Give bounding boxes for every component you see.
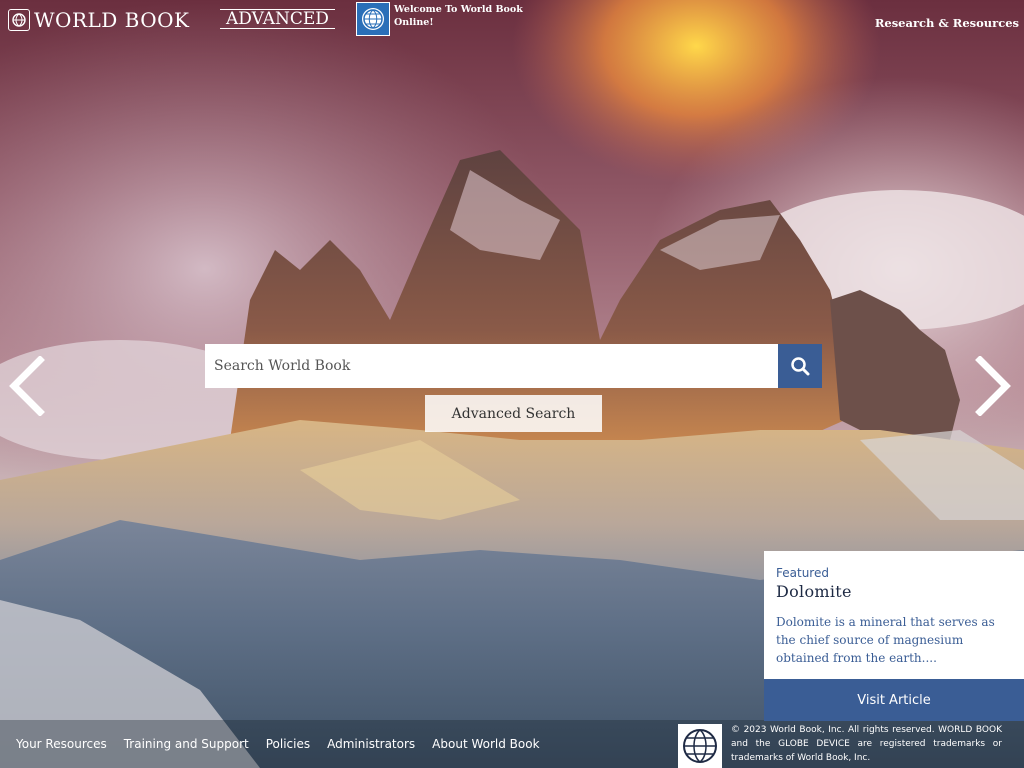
world-book-logo[interactable]: WORLD BOOK ADVANCED (8, 8, 335, 32)
logo-text: WORLD BOOK (34, 8, 190, 32)
search-button[interactable] (778, 344, 822, 388)
advanced-search-button[interactable]: Advanced Search (425, 395, 602, 432)
welcome-message: Welcome To World Book Online! (394, 4, 523, 28)
footer-globe-logo-icon (678, 724, 722, 768)
footer-link-about-world-book[interactable]: About World Book (432, 737, 539, 751)
featured-label: Featured (776, 566, 829, 580)
site-header: WORLD BOOK ADVANCED Welcome To World Boo… (0, 0, 1024, 40)
footer-link-your-resources[interactable]: Your Resources (16, 737, 107, 751)
featured-title: Dolomite (776, 582, 852, 601)
footer-link-policies[interactable]: Policies (266, 737, 310, 751)
footer-nav: Your Resources Training and Support Poli… (16, 737, 540, 751)
magnifier-icon (791, 357, 810, 376)
logo-advanced-badge: ADVANCED (220, 9, 335, 29)
globe-logo-icon (8, 9, 30, 31)
featured-description: Dolomite is a mineral that serves as the… (776, 615, 995, 665)
visit-article-button[interactable]: Visit Article (764, 679, 1024, 721)
chevron-right-icon (975, 355, 1011, 417)
carousel-next-button[interactable] (974, 355, 1014, 417)
chevron-left-icon (9, 355, 45, 417)
copyright-text: © 2023 World Book, Inc. All rights reser… (731, 725, 1002, 763)
footer-link-administrators[interactable]: Administrators (327, 737, 415, 751)
search-input[interactable] (205, 344, 778, 388)
featured-article-card: Featured Dolomite Dolomite is a mineral … (764, 551, 1024, 721)
search-bar (205, 344, 822, 388)
world-book-globe-icon[interactable] (356, 2, 390, 36)
research-resources-link[interactable]: Research & Resources (875, 16, 1019, 30)
footer-link-training-support[interactable]: Training and Support (124, 737, 249, 751)
carousel-prev-button[interactable] (6, 355, 46, 417)
